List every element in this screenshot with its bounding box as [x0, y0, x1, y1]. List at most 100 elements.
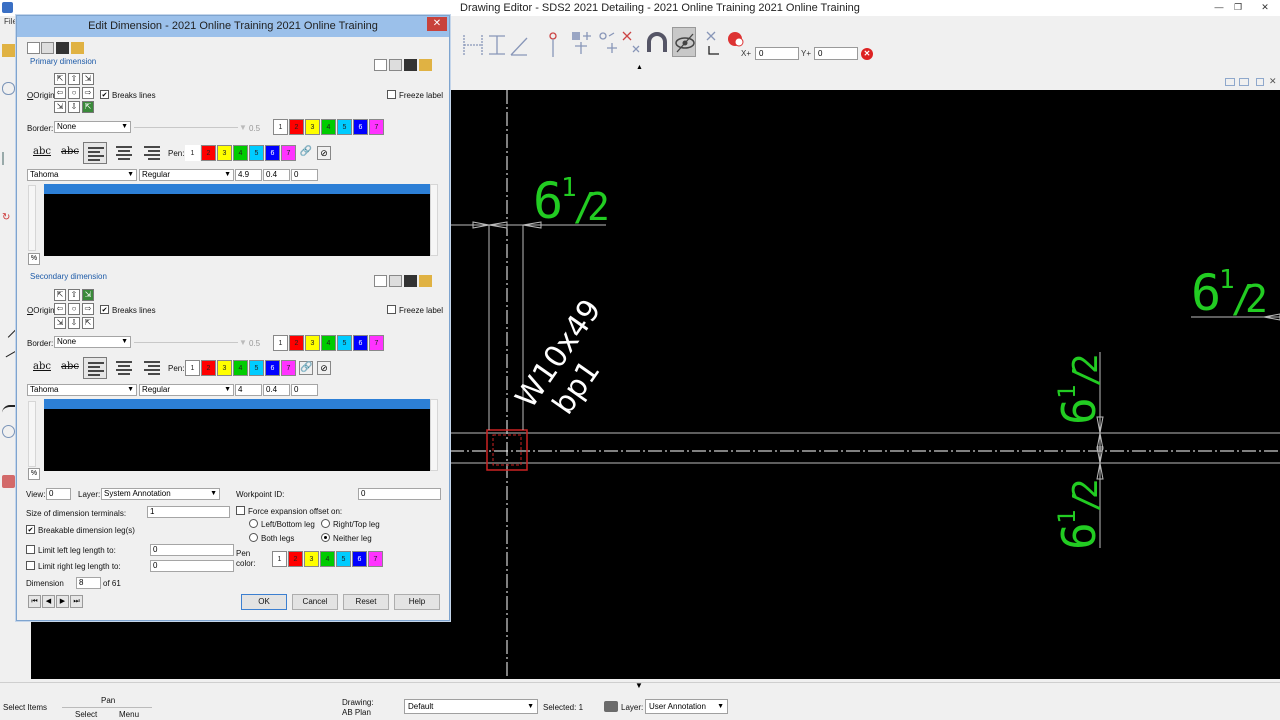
secondary-font-select[interactable]: Tahoma ▼ — [27, 384, 137, 396]
origin-bottom[interactable]: ⇩ — [68, 101, 80, 113]
tile-vertical-icon[interactable] — [1225, 78, 1235, 86]
angle-tool-icon[interactable] — [506, 29, 530, 59]
pen-4[interactable]: 4 — [321, 119, 336, 135]
origin-bottom[interactable]: ⇩ — [68, 317, 80, 329]
minimize-icon[interactable]: — — [1212, 1, 1226, 13]
pen-1[interactable]: 1 — [273, 119, 288, 135]
radio-both[interactable] — [249, 533, 258, 542]
primary-underline-button[interactable]: abc — [33, 146, 51, 157]
copy-icon[interactable] — [27, 42, 40, 54]
slope-line-icon[interactable] — [0, 339, 18, 358]
pen-6[interactable]: 6 — [353, 119, 368, 135]
last-record-icon[interactable]: ⏭ — [70, 595, 83, 608]
next-record-icon[interactable]: ▶ — [56, 595, 69, 608]
limit-right-checkbox[interactable] — [26, 561, 35, 570]
origin-left[interactable]: ⇦ — [54, 87, 66, 99]
help-button[interactable]: Help — [394, 594, 440, 610]
pen-7[interactable]: 7 — [368, 551, 383, 567]
close-icon[interactable]: ✕ — [1258, 1, 1272, 13]
limit-left-input[interactable]: 0 — [150, 544, 234, 556]
save-icon[interactable] — [56, 42, 69, 54]
x-coord-input[interactable]: 0 — [755, 47, 799, 60]
secondary-preview-scrollbar[interactable] — [430, 399, 438, 471]
primary-paste-icon[interactable] — [389, 59, 402, 71]
pen-1[interactable]: 1 — [272, 551, 287, 567]
origin-top[interactable]: ⇧ — [68, 73, 80, 85]
secondary-align-right-button[interactable] — [140, 357, 164, 379]
secondary-align-center-button[interactable] — [112, 357, 136, 379]
origin-bottom-right[interactable]: ⇱ — [82, 317, 94, 329]
pen-7[interactable]: 7 — [281, 360, 296, 376]
terminal-size-input[interactable]: 1 — [147, 506, 230, 518]
primary-open-icon[interactable] — [419, 59, 432, 71]
pen-4[interactable]: 4 — [321, 335, 336, 351]
primary-copy-icon[interactable] — [374, 59, 387, 71]
primary-save-icon[interactable] — [404, 59, 417, 71]
pen-6[interactable]: 6 — [265, 360, 280, 376]
limit-right-input[interactable]: 0 — [150, 560, 234, 572]
pen-4[interactable]: 4 — [233, 145, 248, 161]
primary-align-left-button[interactable] — [83, 142, 107, 164]
restore-icon[interactable]: ❐ — [1231, 1, 1245, 13]
layer-select[interactable]: User Annotation ▼ — [645, 699, 728, 714]
hatch-tool-icon[interactable] — [2, 475, 15, 488]
primary-strikethrough-button[interactable]: abc — [61, 146, 79, 157]
origin-right[interactable]: ⇨ — [82, 303, 94, 315]
secondary-font-angle-input[interactable]: 0 — [291, 384, 318, 396]
pen-2[interactable]: 2 — [288, 551, 303, 567]
unlink-icon[interactable]: ⊘ — [317, 361, 331, 375]
secondary-font-style-select[interactable]: Regular ▼ — [139, 384, 234, 396]
clear-coords-icon[interactable]: ✕ — [861, 48, 873, 60]
collapse-status-icon[interactable]: ▼ — [635, 681, 643, 690]
workpoint-input[interactable]: 0 — [358, 488, 441, 500]
toolbar-expand-icon[interactable]: ▲ — [636, 64, 643, 71]
dialog-close-button[interactable]: ✕ — [427, 17, 447, 31]
pen-1[interactable]: 1 — [185, 360, 200, 376]
pen-7[interactable]: 7 — [369, 119, 384, 135]
paste-icon[interactable] — [41, 42, 54, 54]
pen-5[interactable]: 5 — [249, 145, 264, 161]
dimension-text-right[interactable]: 6 1 / 2 — [1191, 264, 1268, 322]
reset-button[interactable]: Reset — [343, 594, 389, 610]
magnet-icon[interactable] — [644, 29, 668, 59]
line-tool-icon[interactable] — [2, 152, 15, 165]
secondary-strikethrough-button[interactable]: abc — [61, 361, 79, 372]
dimension-text-vertical-bottom[interactable]: 6 1 / 2 — [1052, 479, 1106, 550]
pen-6[interactable]: 6 — [352, 551, 367, 567]
primary-font-width-input[interactable]: 0.4 — [263, 169, 290, 181]
origin-top-right[interactable]: ⇲ — [82, 73, 94, 85]
pen-2[interactable]: 2 — [201, 145, 216, 161]
force-expansion-checkbox[interactable] — [236, 506, 245, 515]
secondary-align-left-button[interactable] — [83, 357, 107, 379]
y-coord-input[interactable]: 0 — [814, 47, 858, 60]
primary-breaks-lines-checkbox[interactable] — [100, 90, 109, 99]
origin-top-left[interactable]: ⇱ — [54, 73, 66, 85]
secondary-percent-button[interactable]: % — [28, 468, 40, 480]
circle-tool-icon[interactable] — [2, 82, 15, 95]
secondary-freeze-label-checkbox[interactable] — [387, 305, 396, 314]
member-label[interactable]: W10x49 bp1 — [509, 293, 637, 434]
restore-view-icon[interactable] — [1256, 78, 1264, 86]
primary-align-center-button[interactable] — [112, 142, 136, 164]
pen-5[interactable]: 5 — [249, 360, 264, 376]
open-folder-icon[interactable] — [71, 42, 84, 54]
tile-horizontal-icon[interactable] — [1239, 78, 1249, 86]
secondary-breaks-lines-checkbox[interactable] — [100, 305, 109, 314]
origin-top[interactable]: ⇧ — [68, 289, 80, 301]
origin-bottom-left[interactable]: ⇲ — [54, 101, 66, 113]
origin-top-right[interactable]: ⇲ — [82, 289, 94, 301]
arc-tool-icon[interactable]: ↻ — [2, 212, 15, 225]
pen-4[interactable]: 4 — [320, 551, 335, 567]
link-icon[interactable]: 🔗 — [299, 361, 313, 375]
origin-right[interactable]: ⇨ — [82, 87, 94, 99]
pen-5[interactable]: 5 — [337, 335, 352, 351]
primary-border-select[interactable]: None ▼ — [54, 121, 131, 133]
primary-font-select[interactable]: Tahoma ▼ — [27, 169, 137, 181]
dialog-title-bar[interactable]: Edit Dimension - 2021 Online Training 20… — [17, 16, 449, 37]
add-point-icon[interactable] — [568, 27, 592, 57]
unlink-icon[interactable]: ⊘ — [317, 146, 331, 160]
dimension-text-vertical-top[interactable]: 6 1 / 2 — [1052, 354, 1106, 425]
radio-left-bottom[interactable] — [249, 519, 258, 528]
primary-freeze-label-checkbox[interactable] — [387, 90, 396, 99]
pen-2[interactable]: 2 — [289, 335, 304, 351]
